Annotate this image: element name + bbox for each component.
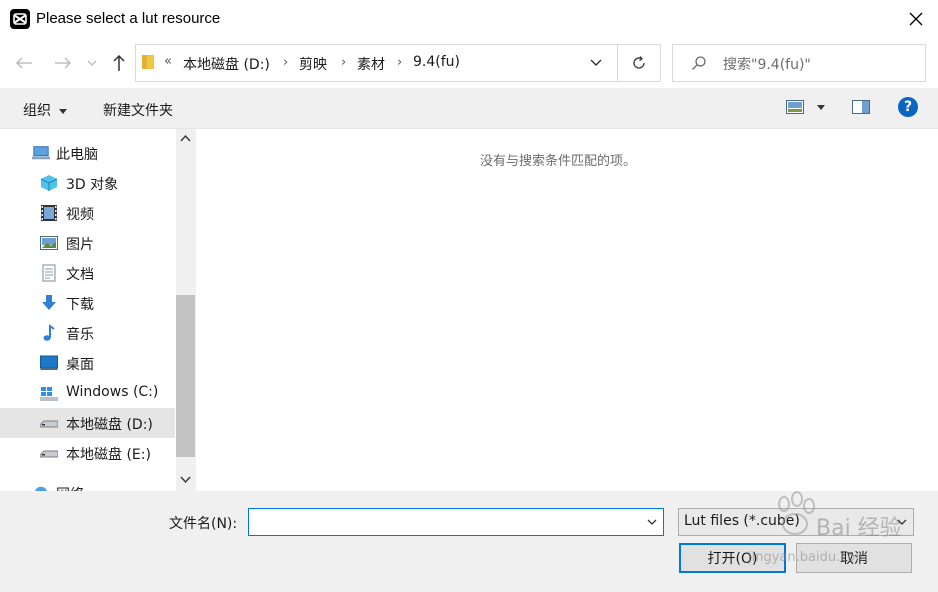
close-button[interactable] [894,0,938,38]
tree-item-label: 本地磁盘 (D:) [66,417,153,433]
arrow-up-icon [113,54,125,71]
tree-item-label: 桌面 [66,357,94,373]
breadcrumb-overflow[interactable]: « [164,54,172,69]
help-button[interactable]: ? [898,97,918,117]
search-placeholder: 搜索"9.4(fu)" [723,57,811,73]
tree-item-label: 本地磁盘 (E:) [66,447,151,463]
breadcrumb-separator: › [341,55,347,70]
search-input[interactable]: 搜索"9.4(fu)" [672,44,926,82]
search-icon [692,56,706,70]
address-bar[interactable]: « 本地磁盘 (D:) › 剪映 › 素材 › 9.4(fu) [135,44,618,82]
file-list[interactable] [197,129,938,491]
pictures-icon [40,236,58,250]
arrow-left-icon [15,57,32,69]
chevron-down-icon[interactable] [590,59,602,67]
view-options-button[interactable] [786,100,804,114]
breadcrumb-sucai[interactable]: 素材 [357,54,385,74]
baidu-jingyan-watermark: Bai 经验 jingyan.baidu.com [720,490,920,570]
new-folder-button[interactable]: 新建文件夹 [103,100,173,120]
tree-item-label: 视频 [66,207,94,223]
video-icon [41,205,57,221]
breadcrumb-drive[interactable]: 本地磁盘 (D:) [183,54,270,74]
window-title: Please select a lut resource [36,10,221,27]
music-icon [43,324,55,341]
refresh-button[interactable] [617,44,661,82]
help-icon: ? [903,99,913,115]
tree-item-network[interactable]: 网络 [0,478,175,491]
breadcrumb-separator: › [397,55,403,70]
tree-item-videos[interactable]: 视频 [0,198,175,228]
organize-menu[interactable]: 组织 [23,100,68,120]
tree-item-label: 3D 对象 [66,177,119,193]
organize-label: 组织 [23,103,51,119]
capcut-app-icon [10,9,30,29]
tree-item-music[interactable]: 音乐 [0,318,175,348]
tree-item-label: 网络 [56,484,84,491]
desktop-icon [40,355,58,370]
view-icon [786,100,804,114]
chevron-down-icon[interactable] [647,519,657,526]
watermark-url: jingyan.baidu.com [748,550,868,565]
close-icon [909,12,923,26]
documents-icon [42,264,56,282]
tree-item-label: 下载 [66,297,94,313]
navigation-pane: 此电脑 3D 对象 视频 图片 文档 下载 音乐 桌面 Windows (C:)… [0,129,196,491]
filename-field[interactable] [248,508,664,536]
caret-down-icon[interactable] [817,105,825,110]
tree-item-this-pc[interactable]: 此电脑 [0,138,175,168]
breadcrumb-current-folder[interactable]: 9.4(fu) [413,54,460,70]
paw-logo-icon [778,491,815,535]
caret-down-icon [59,108,68,114]
scroll-down-icon[interactable] [180,476,191,484]
recent-locations-button[interactable] [84,52,100,74]
tree-item-label: 文档 [66,267,94,283]
drive-icon [40,450,58,458]
network-icon [35,486,47,491]
3d-objects-icon [40,175,58,191]
tree-item-windows-c[interactable]: Windows (C:) [0,378,175,408]
filename-label: 文件名(N): [169,516,238,532]
refresh-icon [633,56,645,69]
tree-item-label: 图片 [66,237,94,253]
back-button[interactable] [13,52,35,74]
preview-pane-button[interactable] [852,100,870,114]
tree-item-pictures[interactable]: 图片 [0,228,175,258]
command-bar: 组织 新建文件夹 ? [0,88,938,129]
tree-item-desktop[interactable]: 桌面 [0,348,175,378]
arrow-right-icon [55,57,72,69]
breadcrumb-jianying[interactable]: 剪映 [299,54,327,74]
scroll-up-icon[interactable] [180,134,191,142]
computer-icon [32,146,50,160]
tree-item-downloads[interactable]: 下载 [0,288,175,318]
chevron-down-icon [87,60,97,66]
tree-item-3d-objects[interactable]: 3D 对象 [0,168,175,198]
tree-item-drive-e[interactable]: 本地磁盘 (E:) [0,438,175,468]
tree-item-label: 音乐 [66,327,94,343]
empty-results-message: 没有与搜索条件匹配的项。 [480,154,637,169]
tree-item-label: Windows (C:) [66,384,159,400]
forward-button[interactable] [52,52,74,74]
tree-item-documents[interactable]: 文档 [0,258,175,288]
preview-pane-icon [852,100,870,114]
up-button[interactable] [108,52,130,74]
tree-item-drive-d[interactable]: 本地磁盘 (D:) [0,408,175,438]
tree-item-label: 此电脑 [56,147,98,163]
watermark-text: Bai 经验 [816,516,902,541]
scrollbar-thumb[interactable] [176,295,195,457]
downloads-icon [42,295,56,310]
windows-drive-icon [40,387,58,401]
breadcrumb-separator: › [283,55,289,70]
drive-icon [40,420,58,428]
folder-icon [142,55,154,69]
